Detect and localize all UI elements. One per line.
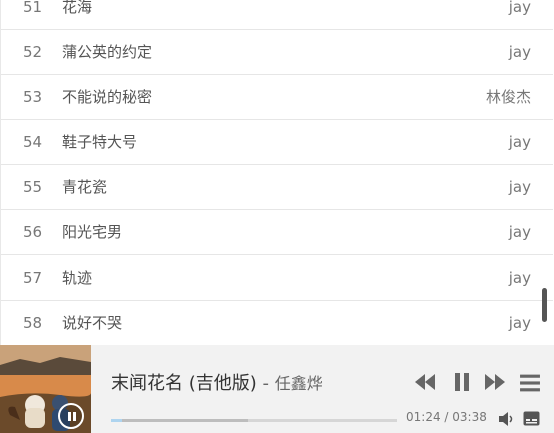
lyrics-icon[interactable] xyxy=(523,411,540,426)
song-artist: jay xyxy=(508,223,531,241)
duration: 03:38 xyxy=(452,410,487,424)
scrollbar-thumb[interactable] xyxy=(542,288,547,322)
song-title: 说好不哭 xyxy=(62,314,123,332)
title-separator: - xyxy=(256,373,275,394)
menu-icon[interactable] xyxy=(519,373,541,393)
song-artist: jay xyxy=(508,43,531,61)
song-title: 花海 xyxy=(62,0,93,16)
volume-icon[interactable] xyxy=(498,411,514,427)
time-display: 01:24 / 03:38 xyxy=(406,410,487,424)
song-row[interactable]: 52 蒲公英的约定 jay xyxy=(1,30,553,75)
song-title: 不能说的秘密 xyxy=(62,88,153,106)
cover-pause-icon[interactable] xyxy=(58,403,84,429)
song-title: 阳光宅男 xyxy=(62,223,123,241)
song-row[interactable]: 54 鞋子特大号 jay xyxy=(1,120,553,165)
song-row[interactable]: 53 不能说的秘密 林俊杰 xyxy=(1,75,553,120)
progress-played xyxy=(111,419,123,422)
song-number: 55 xyxy=(23,178,43,196)
song-artist: jay xyxy=(508,0,531,16)
song-title: 蒲公英的约定 xyxy=(62,43,153,61)
fast-forward-icon[interactable] xyxy=(484,372,506,392)
song-title: 鞋子特大号 xyxy=(62,133,138,151)
song-artist: jay xyxy=(508,269,531,287)
song-number: 51 xyxy=(23,0,43,16)
song-artist: jay xyxy=(508,133,531,151)
album-cover[interactable] xyxy=(0,345,91,433)
progress-bar[interactable] xyxy=(111,419,397,422)
song-artist: jay xyxy=(508,314,531,332)
song-number: 54 xyxy=(23,133,43,151)
song-row[interactable]: 56 阳光宅男 jay xyxy=(1,210,553,255)
song-title: 青花瓷 xyxy=(62,178,108,196)
song-number: 52 xyxy=(23,43,43,61)
song-row[interactable]: 51 花海 jay xyxy=(1,0,553,30)
song-list: 51 花海 jay 52 蒲公英的约定 jay 53 不能说的秘密 林俊杰 54… xyxy=(0,0,554,345)
now-playing: 末闻花名 (吉他版) - 任鑫烨 xyxy=(111,369,323,395)
song-row[interactable]: 58 说好不哭 jay xyxy=(1,301,553,345)
song-artist: 任鑫烨 xyxy=(274,374,323,393)
song-artist: 林俊杰 xyxy=(485,88,531,106)
song-number: 57 xyxy=(23,269,43,287)
progress-loaded xyxy=(111,419,249,422)
song-row[interactable]: 57 轨迹 jay xyxy=(1,256,553,301)
song-row[interactable]: 55 青花瓷 jay xyxy=(1,165,553,210)
pause-icon[interactable] xyxy=(451,372,473,392)
rewind-icon[interactable] xyxy=(414,372,436,392)
song-title: 轨迹 xyxy=(62,269,93,287)
song-number: 56 xyxy=(23,223,43,241)
current-time: 01:24 xyxy=(406,410,441,424)
song-artist: jay xyxy=(508,178,531,196)
song-number: 53 xyxy=(23,88,43,106)
song-number: 58 xyxy=(23,314,43,332)
song-title: 末闻花名 (吉他版) xyxy=(111,373,257,394)
player-bar: 末闻花名 (吉他版) - 任鑫烨 01:24 / 03:38 xyxy=(0,345,554,433)
time-separator: / xyxy=(440,410,453,424)
